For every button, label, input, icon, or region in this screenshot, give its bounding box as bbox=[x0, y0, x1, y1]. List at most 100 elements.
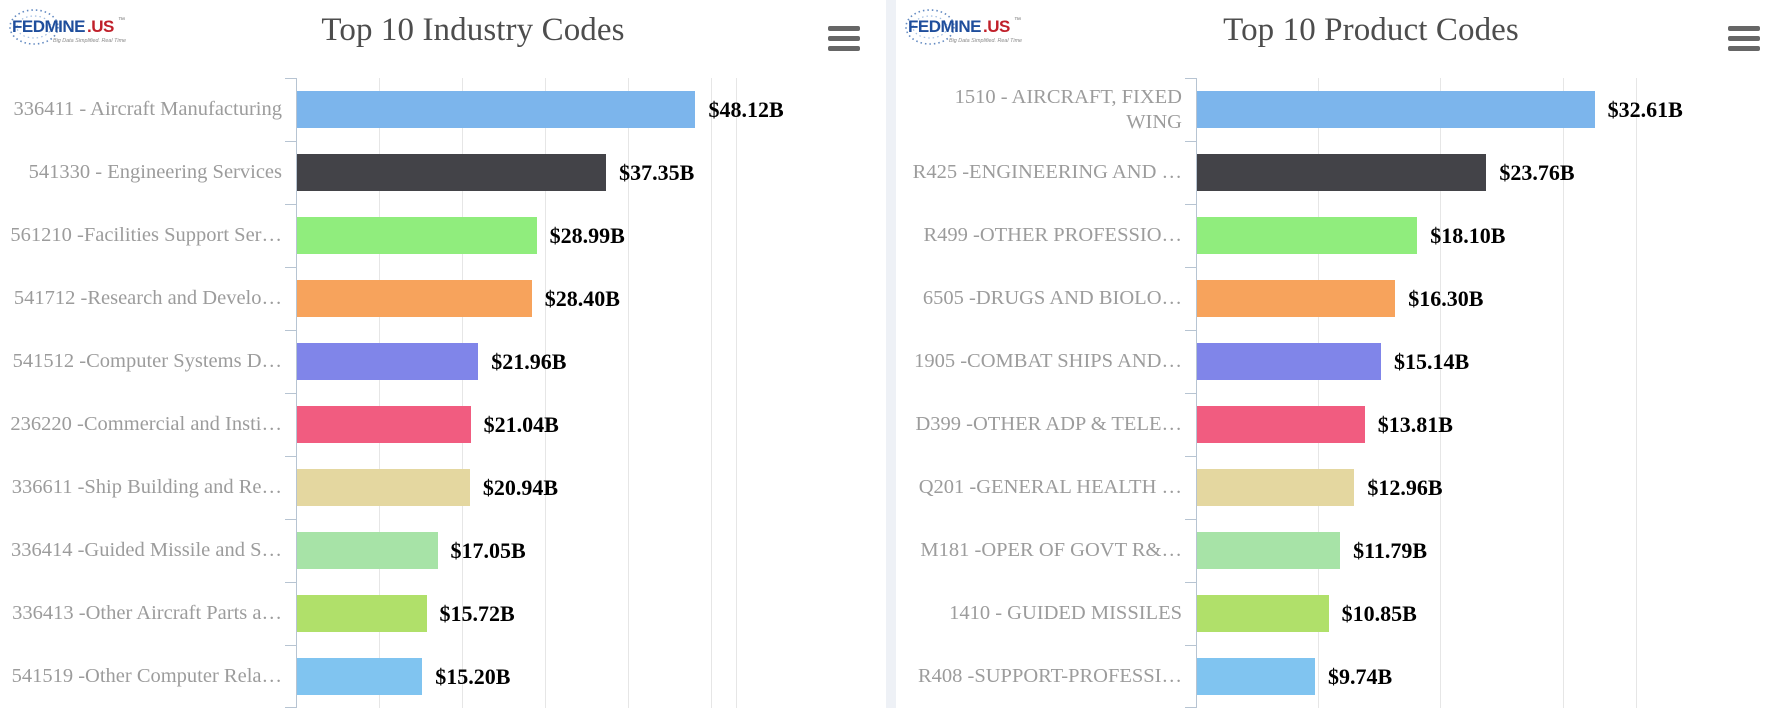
category-label: 336411 - Aircraft Manufacturing bbox=[13, 98, 282, 120]
bar-value-label: $16.30B bbox=[1408, 285, 1484, 311]
bar-row[interactable]: 336414 -Guided Missile and S… $17.05B bbox=[0, 519, 886, 582]
category-label: R499 -OTHER PROFESSIO… bbox=[923, 224, 1182, 246]
category-axis-line bbox=[1196, 78, 1197, 708]
bar-value-label: $28.99B bbox=[549, 222, 625, 248]
category-label: R425 -ENGINEERING AND … bbox=[912, 161, 1182, 183]
bar[interactable] bbox=[1196, 91, 1595, 128]
bar-row[interactable]: R499 -OTHER PROFESSIO… $18.10B bbox=[896, 204, 1786, 267]
bar-track: $13.81B bbox=[1185, 393, 1786, 456]
bar-value-label: $13.81B bbox=[1377, 411, 1453, 437]
bar[interactable] bbox=[1196, 658, 1316, 695]
bar-value-label: $28.40B bbox=[544, 285, 620, 311]
bar-row[interactable]: 236220 -Commercial and Insti… $21.04B bbox=[0, 393, 886, 456]
bar-value-label: $32.61B bbox=[1607, 96, 1683, 122]
bar-row[interactable]: 1905 -COMBAT SHIPS AND… $15.14B bbox=[896, 330, 1786, 393]
bar-track: $37.35B bbox=[285, 141, 886, 204]
bar-track: $32.61B bbox=[1185, 78, 1786, 141]
bar[interactable] bbox=[296, 406, 471, 443]
chart-plot-area: 336411 - Aircraft Manufacturing $48.12B 54… bbox=[0, 78, 886, 708]
bar[interactable] bbox=[296, 343, 479, 380]
bar-row[interactable]: R408 -SUPPORT-PROFESSI… $9.74B bbox=[896, 645, 1786, 708]
bar-value-label: $11.79B bbox=[1353, 537, 1428, 563]
axis-tick bbox=[1185, 582, 1196, 583]
hamburger-bar-1 bbox=[1728, 26, 1760, 31]
bar-row[interactable]: Q201 -GENERAL HEALTH … $12.96B bbox=[896, 456, 1786, 519]
bar-track: $17.05B bbox=[285, 519, 886, 582]
category-label: 561210 -Facilities Support Ser… bbox=[10, 224, 282, 246]
bar[interactable] bbox=[296, 595, 427, 632]
category-label: 236220 -Commercial and Insti… bbox=[10, 413, 282, 435]
bar-value-label: $21.96B bbox=[491, 348, 567, 374]
bar-track: $28.40B bbox=[285, 267, 886, 330]
category-label: D399 -OTHER ADP & TELE… bbox=[915, 413, 1183, 435]
axis-tick bbox=[1185, 141, 1196, 142]
bar[interactable] bbox=[296, 217, 537, 254]
bar-row[interactable]: D399 -OTHER ADP & TELE… $13.81B bbox=[896, 393, 1786, 456]
axis-tick bbox=[1185, 204, 1196, 205]
axis-tick bbox=[1185, 456, 1196, 457]
category-label: 6505 -DRUGS AND BIOLO… bbox=[922, 287, 1182, 309]
hamburger-menu-icon[interactable] bbox=[1728, 26, 1760, 51]
panel-industry-codes: FEDMINE .US ™ Big Data Simplified. Real … bbox=[0, 0, 886, 708]
bar-value-label: $9.74B bbox=[1328, 663, 1393, 689]
bar-row[interactable]: 336413 -Other Aircraft Parts a… $15.72B bbox=[0, 582, 886, 645]
bar-value-label: $20.94B bbox=[482, 474, 559, 500]
bar-row[interactable]: 561210 -Facilities Support Ser… $28.99B bbox=[0, 204, 886, 267]
bar[interactable] bbox=[296, 154, 607, 191]
bar-track: $28.99B bbox=[285, 204, 886, 267]
axis-tick bbox=[285, 582, 296, 583]
bar-track: $23.76B bbox=[1185, 141, 1786, 204]
bar-row[interactable]: R425 -ENGINEERING AND … $23.76B bbox=[896, 141, 1786, 204]
bar[interactable] bbox=[296, 91, 696, 128]
bar-value-label: $17.05B bbox=[450, 537, 526, 563]
bar-value-label: $10.85B bbox=[1341, 600, 1417, 626]
chart-title: Top 10 Product Codes bbox=[1223, 12, 1519, 48]
bar-row[interactable]: 1510 - AIRCRAFT, FIXED WING $32.61B bbox=[896, 78, 1786, 141]
bar-row[interactable]: 541512 -Computer Systems D… $21.96B bbox=[0, 330, 886, 393]
bar-row[interactable]: 541712 -Research and Develo… $28.40B bbox=[0, 267, 886, 330]
bar[interactable] bbox=[296, 469, 470, 506]
category-label: 541712 -Research and Develo… bbox=[13, 287, 282, 309]
hamburger-bar-2 bbox=[828, 36, 860, 41]
category-label: M181 -OPER OF GOVT R&… bbox=[920, 539, 1182, 561]
bar[interactable] bbox=[1196, 469, 1355, 506]
bar-value-label: $48.12B bbox=[708, 96, 784, 122]
category-axis-line bbox=[296, 78, 297, 708]
bar-row[interactable]: 336411 - Aircraft Manufacturing $48.12B bbox=[0, 78, 886, 141]
category-label: 336414 -Guided Missile and S… bbox=[10, 539, 282, 561]
bar-rows: 336411 - Aircraft Manufacturing $48.12B 54… bbox=[0, 78, 886, 708]
bar-row[interactable]: 1410 - GUIDED MISSILES $10.85B bbox=[896, 582, 1786, 645]
bar[interactable] bbox=[1196, 532, 1341, 569]
bar[interactable] bbox=[296, 658, 423, 695]
category-label: Q201 -GENERAL HEALTH … bbox=[918, 476, 1182, 498]
bar[interactable] bbox=[296, 280, 532, 317]
hamburger-bar-2 bbox=[1728, 36, 1760, 41]
axis-tick bbox=[285, 141, 296, 142]
bar-track: $21.96B bbox=[285, 330, 886, 393]
bar-row[interactable]: 541519 -Other Computer Rela… $15.20B bbox=[0, 645, 886, 708]
bar[interactable] bbox=[1196, 406, 1365, 443]
axis-tick bbox=[285, 330, 296, 331]
bar-track: $20.94B bbox=[285, 456, 886, 519]
bar[interactable] bbox=[1196, 217, 1418, 254]
bar[interactable] bbox=[1196, 154, 1487, 191]
axis-tick bbox=[1185, 78, 1196, 79]
axis-tick bbox=[285, 645, 296, 646]
bar[interactable] bbox=[296, 532, 438, 569]
bar-row[interactable]: 336611 -Ship Building and Re… $20.94B bbox=[0, 456, 886, 519]
bar-track: $21.04B bbox=[285, 393, 886, 456]
panel-product-codes: FEDMINE .US ™ Big Data Simplified. Real … bbox=[896, 0, 1786, 708]
bar-row[interactable]: 6505 -DRUGS AND BIOLO… $16.30B bbox=[896, 267, 1786, 330]
bar-row[interactable]: 541330 - Engineering Services $37.35B bbox=[0, 141, 886, 204]
category-label: 336611 -Ship Building and Re… bbox=[11, 476, 282, 498]
bar-track: $15.20B bbox=[285, 645, 886, 708]
bar-value-label: $21.04B bbox=[483, 411, 559, 437]
bar[interactable] bbox=[1196, 343, 1382, 380]
bar[interactable] bbox=[1196, 595, 1329, 632]
bar-track: $9.74B bbox=[1185, 645, 1786, 708]
bar-value-label: $15.20B bbox=[435, 663, 511, 689]
bar-row[interactable]: M181 -OPER OF GOVT R&… $11.79B bbox=[896, 519, 1786, 582]
hamburger-menu-icon[interactable] bbox=[828, 26, 860, 51]
bar[interactable] bbox=[1196, 280, 1396, 317]
axis-tick bbox=[285, 204, 296, 205]
